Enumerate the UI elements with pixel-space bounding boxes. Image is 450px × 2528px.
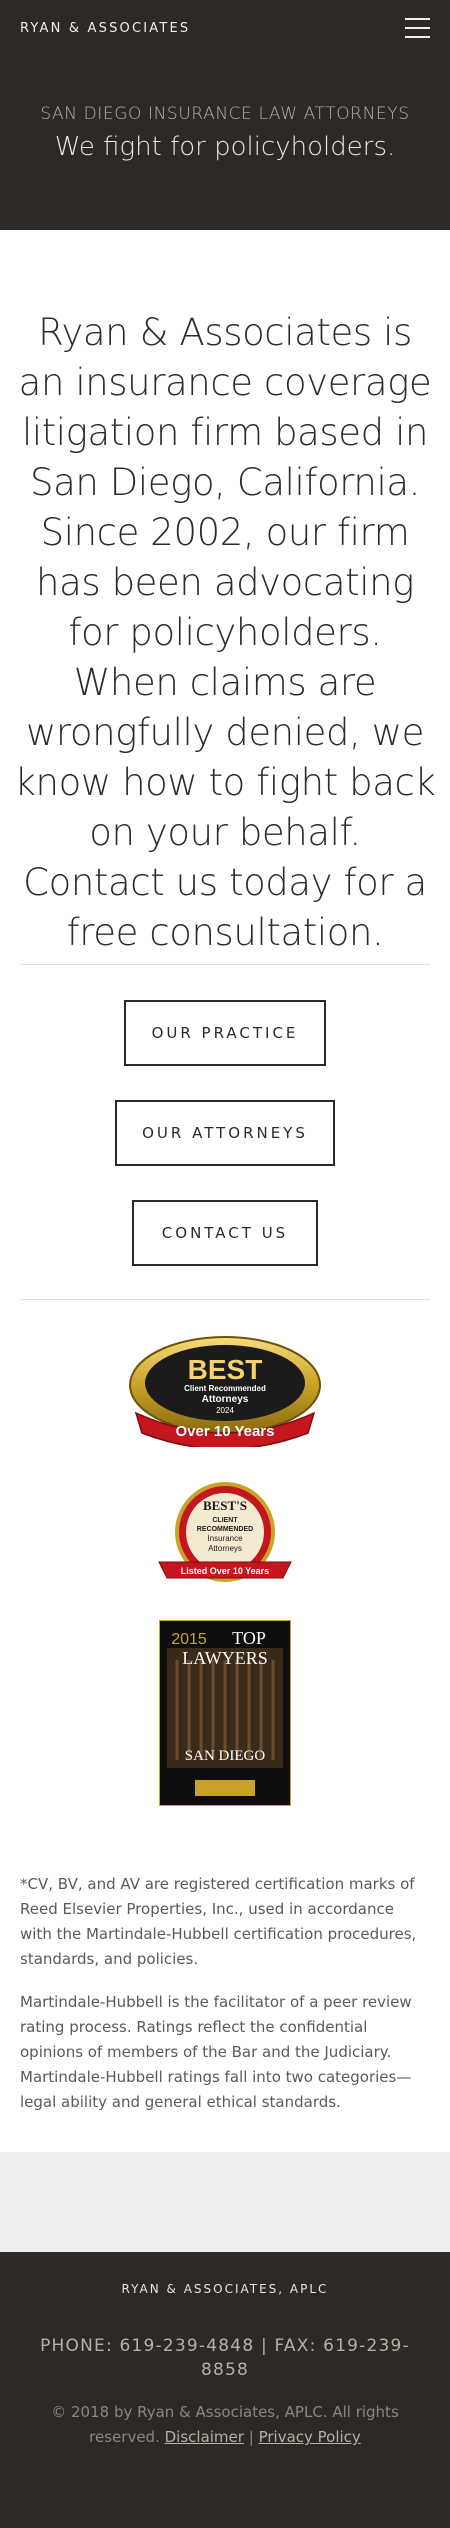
- certification-note: *CV, BV, and AV are registered certifica…: [20, 1875, 417, 1968]
- am-best-ribbon: Over 10 Years: [176, 1423, 275, 1440]
- header-hero: RYAN & ASSOCIATES SAN DIEGO INSURANCE LA…: [0, 0, 450, 230]
- our-attorneys-button[interactable]: OUR ATTORNEYS: [115, 1100, 335, 1166]
- bests-line3: Insurance: [207, 1534, 243, 1543]
- hero-title: We fight for policyholders.: [54, 132, 396, 162]
- bests-ribbon: Listed Over 10 Years: [181, 1566, 269, 1576]
- am-best-line1: Client Recommended: [184, 1384, 266, 1393]
- our-practice-button[interactable]: OUR PRACTICE: [124, 1000, 326, 1066]
- menu-icon[interactable]: [405, 18, 430, 38]
- top-lawyers-badge: 2015 TOP LAWYERS SAN DIEGO: [158, 1619, 292, 1807]
- divider: [20, 964, 430, 965]
- footer-phone: PHONE: 619-239-4848 | FAX: 619-239-8858: [40, 2336, 410, 2380]
- footer-copyright-block: © 2018 by Ryan & Associates, APLC. All r…: [30, 2400, 420, 2450]
- am-best-line2: Attorneys: [202, 1394, 249, 1405]
- top-lawyers-top: TOP: [232, 1628, 266, 1648]
- top-lawyers-lawyers: LAWYERS: [182, 1648, 268, 1668]
- bests-line4: Attorneys: [208, 1544, 242, 1553]
- disclaimer-link[interactable]: Disclaimer: [165, 2428, 244, 2446]
- am-best-badge: AM BEST Client Recommended Attorneys 202…: [128, 1335, 322, 1450]
- intro-paragraph: Ryan & Associates is an insurance covera…: [14, 311, 436, 954]
- bests-line2: RECOMMENDED: [197, 1526, 253, 1533]
- am-best-big: BEST: [188, 1354, 263, 1385]
- contact-us-button[interactable]: CONTACT US: [132, 1200, 318, 1266]
- bests-name: BEST'S: [203, 1498, 247, 1513]
- divider: [20, 1299, 430, 1300]
- bests-line1: CLIENT: [212, 1517, 238, 1524]
- top-lawyers-year: 2015: [171, 1631, 207, 1648]
- gray-spacer: [0, 2152, 450, 2252]
- top-lawyers-city: SAN DIEGO: [185, 1748, 266, 1764]
- site-footer: RYAN & ASSOCIATES, APLC PHONE: 619-239-4…: [0, 2252, 450, 2528]
- am-best-year: 2024: [216, 1406, 234, 1415]
- privacy-policy-link[interactable]: Privacy Policy: [259, 2428, 361, 2446]
- martindale-note: Martindale-Hubbell is the facilitator of…: [20, 1993, 412, 2111]
- footer-separator: |: [248, 2428, 254, 2446]
- site-logo[interactable]: RYAN & ASSOCIATES: [20, 21, 190, 36]
- hero-kicker: SAN DIEGO INSURANCE LAW ATTORNEYS: [40, 104, 410, 124]
- bests-badge: BEST'S CLIENT RECOMMENDED Insurance Atto…: [155, 1482, 295, 1586]
- footer-firm-name: RYAN & ASSOCIATES, APLC: [121, 2282, 329, 2296]
